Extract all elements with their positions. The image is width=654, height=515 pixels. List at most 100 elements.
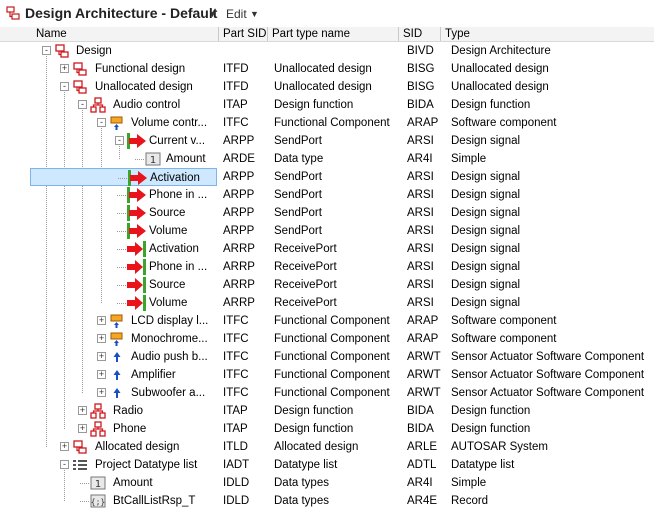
edit-dropdown-icon[interactable]: ▼	[250, 9, 259, 19]
table-row[interactable]: Activation ARRP ReceivePort ARSI Design sign…	[0, 240, 654, 258]
name-cell[interactable]: Phone in ...	[0, 258, 219, 276]
sid-cell: AR4I	[407, 477, 433, 489]
name-cell[interactable]: + Functional design	[0, 60, 219, 78]
name-cell[interactable]: Source	[0, 276, 219, 294]
row-name: Source	[149, 207, 186, 219]
name-cell[interactable]: + Audio push b...	[0, 348, 219, 366]
name-cell[interactable]: - Unallocated design	[0, 78, 219, 96]
name-cell[interactable]: + Phone	[0, 420, 219, 438]
table-row[interactable]: + Amplifier ITFC Functional Component ARWT Se…	[0, 366, 654, 384]
name-cell[interactable]: 1 Amount	[0, 474, 219, 492]
tree-connector	[117, 213, 126, 214]
table-row[interactable]: - Unallocated design ITFD Unallocated desig…	[0, 78, 654, 96]
table-row[interactable]: + Functional design ITFD Unallocated design…	[0, 60, 654, 78]
collapse-icon[interactable]: -	[60, 82, 69, 91]
collapse-icon[interactable]: -	[115, 136, 124, 145]
table-row[interactable]: + LCD display l... ITFC Functional Componen…	[0, 312, 654, 330]
name-cell[interactable]: + Monochrome...	[0, 330, 219, 348]
table-row[interactable]: + Radio ITAP Design function BIDA Design func…	[0, 402, 654, 420]
svg-text:1: 1	[150, 155, 156, 166]
collapse-icon[interactable]: -	[42, 46, 51, 55]
receive-port-icon	[127, 241, 146, 257]
expand-icon[interactable]: +	[60, 64, 69, 73]
part-type-cell: Allocated design	[274, 441, 359, 453]
name-cell[interactable]: {;} BtCallListRsp_T	[0, 492, 219, 510]
part-sid-cell: ITFC	[223, 351, 249, 363]
name-cell[interactable]: Phone in ...	[0, 186, 219, 204]
part-sid-cell: ITFD	[223, 63, 249, 75]
expand-icon[interactable]: +	[97, 316, 106, 325]
table-row[interactable]: - Project Datatype list IADT Datatype list A…	[0, 456, 654, 474]
expand-icon[interactable]: +	[60, 442, 69, 451]
table-row[interactable]: + Audio push b... ITFC Functional Component…	[0, 348, 654, 366]
window-title[interactable]: Design Architecture - Default	[25, 5, 217, 21]
expand-icon[interactable]: +	[78, 406, 87, 415]
sid-cell: ARSI	[407, 135, 434, 147]
name-cell[interactable]: - Volume contr...	[0, 114, 219, 132]
table-row[interactable]: Source ARPP SendPort ARSI Design signal	[0, 204, 654, 222]
expand-icon[interactable]: +	[97, 370, 106, 379]
collapse-icon[interactable]: -	[97, 118, 106, 127]
row-name: Current v...	[149, 135, 206, 147]
table-row[interactable]: + Allocated design ITLD Allocated design ARL…	[0, 438, 654, 456]
table-row[interactable]: 1 Amount ARDE Data type AR4I Simple	[0, 150, 654, 168]
table-row[interactable]: 1 Amount IDLD Data types AR4I Simple	[0, 474, 654, 492]
table-row[interactable]: Source ARRP ReceivePort ARSI Design signal	[0, 276, 654, 294]
expand-icon[interactable]: +	[97, 352, 106, 361]
table-row[interactable]: Phone in ... ARRP ReceivePort ARSI Design si…	[0, 258, 654, 276]
part-type-cell: SendPort	[274, 171, 322, 183]
collapse-icon[interactable]: -	[60, 460, 69, 469]
name-cell[interactable]: - Design	[0, 42, 219, 60]
part-sid-cell: ARDE	[223, 153, 255, 165]
column-type[interactable]: Type	[441, 27, 654, 41]
table-row[interactable]: + Phone ITAP Design function BIDA Design func…	[0, 420, 654, 438]
name-cell[interactable]: - Audio control	[0, 96, 219, 114]
type-cell: Design signal	[451, 135, 521, 147]
name-cell[interactable]: Activation	[0, 240, 219, 258]
name-cell[interactable]: + LCD display l...	[0, 312, 219, 330]
collapse-icon[interactable]: -	[78, 100, 87, 109]
type-cell: Record	[451, 495, 489, 507]
name-cell[interactable]: + Amplifier	[0, 366, 219, 384]
name-cell[interactable]: Activation	[30, 168, 217, 186]
part-type-cell: ReceivePort	[274, 243, 337, 255]
expand-icon[interactable]: +	[78, 424, 87, 433]
table-row[interactable]: + Monochrome... ITFC Functional Component AR…	[0, 330, 654, 348]
name-cell[interactable]: + Allocated design	[0, 438, 219, 456]
design-icon	[54, 43, 70, 59]
table-row[interactable]: - Current v... ARPP SendPort ARSI Design sign…	[0, 132, 654, 150]
sid-cell: ARAP	[407, 117, 439, 129]
table-row[interactable]: Volume ARPP SendPort ARSI Design signal	[0, 222, 654, 240]
name-cell[interactable]: Source	[0, 204, 219, 222]
column-part-type-name[interactable]: Part type name	[268, 27, 399, 41]
name-cell[interactable]: - Project Datatype list	[0, 456, 219, 474]
table-row[interactable]: + Subwoofer a... ITFC Functional Component A…	[0, 384, 654, 402]
name-cell[interactable]: Volume	[0, 294, 219, 312]
title-dropdown-icon[interactable]: ▼	[208, 9, 217, 19]
send-port-icon	[127, 205, 146, 221]
edit-menu[interactable]: Edit	[226, 7, 247, 21]
table-row[interactable]: Phone in ... ARPP SendPort ARSI Design signa…	[0, 186, 654, 204]
table-row[interactable]: Activation ARPP SendPort ARSI Design signal	[0, 168, 654, 186]
name-cell[interactable]: 1 Amount	[0, 150, 219, 168]
table-row[interactable]: - Volume contr... ITFC Functional Component…	[0, 114, 654, 132]
part-type-cell: Functional Component	[274, 351, 390, 363]
svg-text:{;}: {;}	[91, 498, 105, 507]
part-type-cell: Functional Component	[274, 117, 390, 129]
table-row[interactable]: - Design BIVD Design Architecture	[0, 42, 654, 60]
table-row[interactable]: - Audio control ITAP Design function BIDA Des…	[0, 96, 654, 114]
receive-port-icon	[127, 277, 146, 293]
expand-icon[interactable]: +	[97, 334, 106, 343]
tree-connector	[117, 267, 126, 268]
name-cell[interactable]: + Radio	[0, 402, 219, 420]
table-row[interactable]: {;} BtCallListRsp_T IDLD Data types AR4E Reco…	[0, 492, 654, 510]
column-part-sid[interactable]: Part SID	[219, 27, 268, 41]
type-cell: Sensor Actuator Software Component	[451, 351, 645, 363]
table-row[interactable]: Volume ARRP ReceivePort ARSI Design signal	[0, 294, 654, 312]
name-cell[interactable]: + Subwoofer a...	[0, 384, 219, 402]
expand-icon[interactable]: +	[97, 388, 106, 397]
column-sid[interactable]: SID	[399, 27, 441, 41]
name-cell[interactable]: - Current v...	[0, 132, 219, 150]
column-name[interactable]: Name	[0, 27, 219, 41]
name-cell[interactable]: Volume	[0, 222, 219, 240]
